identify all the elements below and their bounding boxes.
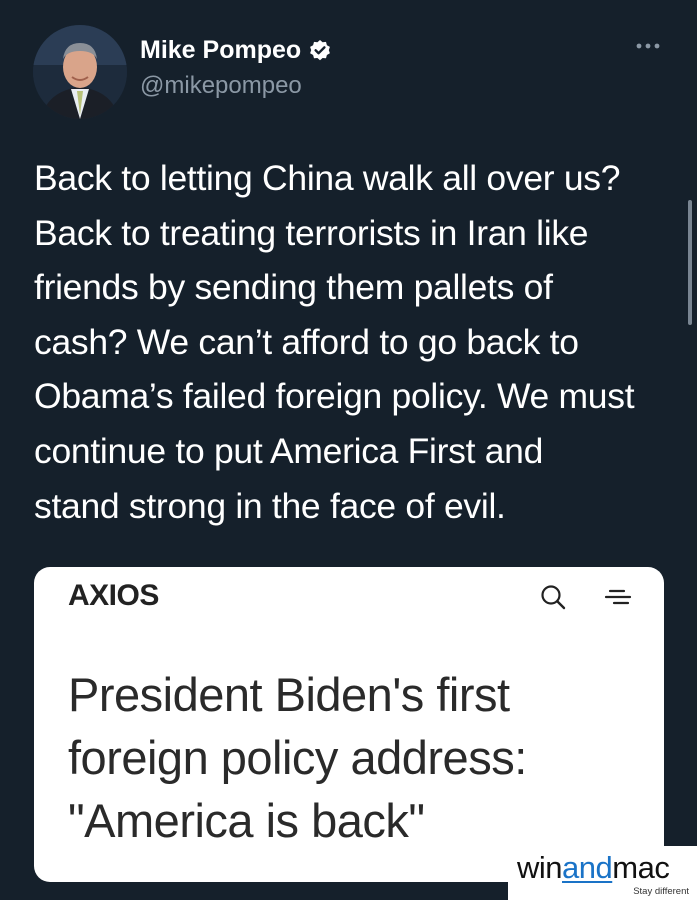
watermark-suffix: mac bbox=[612, 850, 670, 885]
watermark: winandmac Stay different bbox=[508, 846, 697, 900]
author-name-row[interactable]: Mike Pompeo bbox=[140, 36, 332, 65]
display-name[interactable]: Mike Pompeo bbox=[140, 36, 301, 65]
avatar-image bbox=[33, 25, 127, 119]
avatar[interactable] bbox=[33, 25, 127, 119]
axios-logo: AXIOS bbox=[68, 579, 208, 615]
handle[interactable]: @mikepompeo bbox=[140, 72, 302, 100]
tweet-text: Back to letting China walk all over us? … bbox=[34, 158, 635, 526]
more-options-icon[interactable] bbox=[635, 38, 661, 54]
scrollbar[interactable] bbox=[688, 200, 692, 325]
search-icon[interactable] bbox=[538, 582, 568, 612]
watermark-prefix: win bbox=[517, 850, 563, 885]
menu-icon[interactable] bbox=[604, 585, 632, 609]
axios-brand: AXIOS bbox=[68, 579, 159, 612]
verified-badge-icon bbox=[308, 39, 332, 63]
watermark-highlight: and bbox=[562, 850, 613, 885]
tweet: Mike Pompeo @mikepompeo Back to letting … bbox=[0, 0, 697, 900]
watermark-logo: winandmac bbox=[517, 850, 670, 886]
card-headline[interactable]: President Biden's first foreign policy a… bbox=[68, 663, 658, 852]
watermark-tagline: Stay different bbox=[633, 886, 689, 897]
link-card[interactable]: AXIOS President Biden's first foreign po… bbox=[34, 567, 664, 882]
